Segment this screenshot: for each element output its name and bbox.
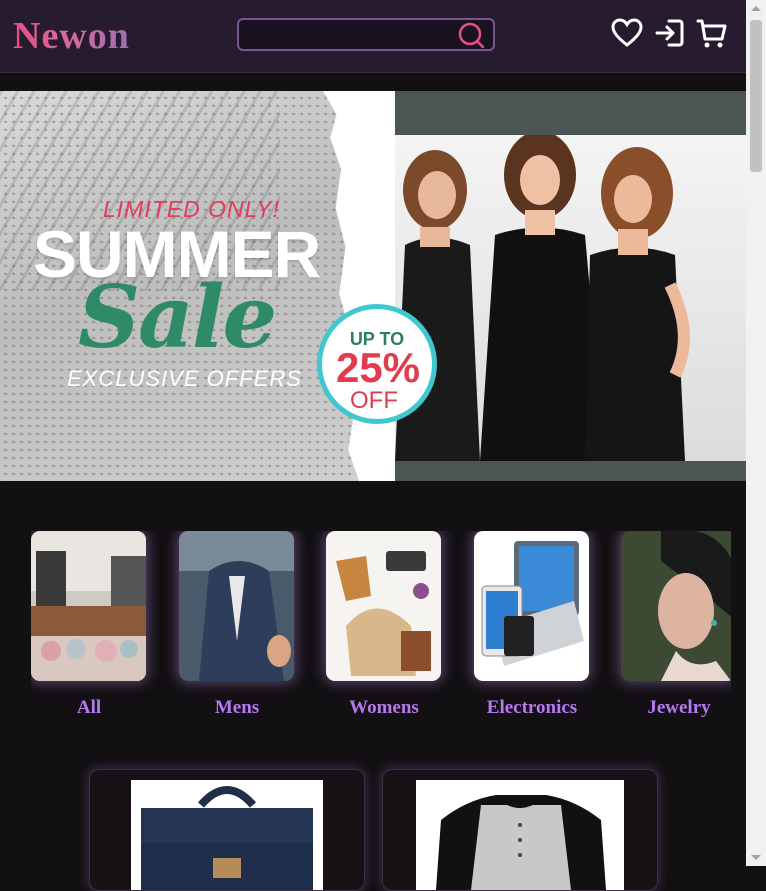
category-all-image[interactable]: [31, 531, 146, 681]
banner-stripe-bottom: [375, 461, 746, 481]
wishlist-heart-icon[interactable]: [611, 18, 643, 53]
cart-icon[interactable]: [696, 18, 728, 55]
category-mens[interactable]: Mens: [179, 531, 295, 718]
logo[interactable]: Newon: [13, 14, 130, 58]
scroll-thumb[interactable]: [750, 20, 762, 172]
product-image[interactable]: [416, 780, 624, 890]
product-card[interactable]: [89, 769, 365, 891]
page-scrollbar[interactable]: [746, 0, 766, 866]
search-input[interactable]: [245, 24, 459, 48]
search-icon[interactable]: [457, 22, 485, 55]
banner-sale: Sale: [78, 267, 277, 368]
category-carousel[interactable]: All Mens Womens Electronics Jewelry: [31, 531, 731, 731]
category-electronics-image[interactable]: [474, 531, 589, 681]
category-jewelry-label[interactable]: Jewelry: [621, 697, 731, 719]
badge-percent: 25%: [335, 344, 421, 391]
category-womens-label[interactable]: Womens: [326, 697, 442, 719]
header: Newon: [0, 0, 746, 73]
banner-photo: [375, 91, 746, 481]
category-all[interactable]: All: [31, 531, 147, 718]
banner-exclusive: EXCLUSIVE OFFERS: [67, 366, 302, 391]
badge-off: OFF: [350, 387, 398, 414]
models-illustration: [395, 135, 690, 461]
product-card[interactable]: [382, 769, 658, 891]
category-womens[interactable]: Womens: [326, 531, 442, 718]
discount-badge: UP TO 25% OFF: [317, 304, 437, 424]
banner-stripe-top: [375, 91, 746, 135]
category-electronics[interactable]: Electronics: [474, 531, 590, 718]
promo-banner[interactable]: LIMITED ONLY! SUMMER Sale EXCLUSIVE OFFE…: [0, 91, 746, 481]
category-jewelry-image[interactable]: [621, 531, 731, 681]
category-womens-image[interactable]: [326, 531, 441, 681]
category-mens-label[interactable]: Mens: [179, 697, 295, 719]
product-image[interactable]: [131, 780, 323, 890]
category-mens-image[interactable]: [179, 531, 294, 681]
login-icon[interactable]: [655, 18, 685, 53]
category-all-label[interactable]: All: [31, 697, 147, 719]
category-jewelry[interactable]: Jewelry: [621, 531, 731, 718]
scroll-up-icon[interactable]: [751, 6, 761, 11]
scroll-down-icon[interactable]: [751, 855, 761, 860]
search-bar[interactable]: [237, 18, 495, 51]
category-electronics-label[interactable]: Electronics: [474, 697, 590, 719]
